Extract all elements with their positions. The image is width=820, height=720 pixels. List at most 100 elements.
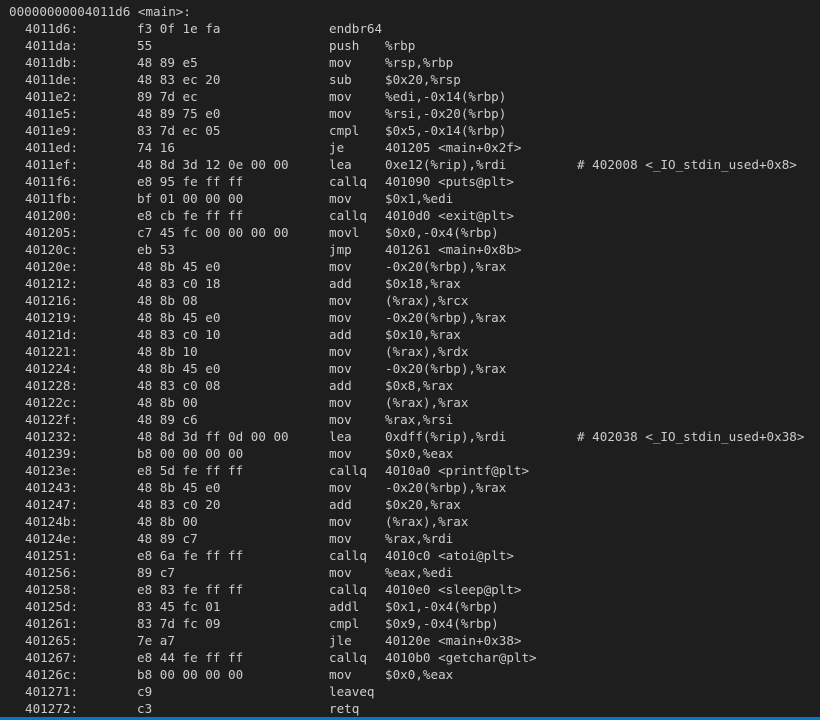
instruction-address: 40122c: — [25, 395, 79, 410]
instruction-address: 4011da: — [25, 38, 79, 53]
instruction-row: 40120e: 48 8b 45 e0 mov -0x20(%rbp),%rax — [0, 258, 820, 275]
instruction-address: 401267: — [25, 650, 79, 665]
instruction-mnemonic: callq — [329, 208, 367, 223]
instruction-mnemonic: mov — [329, 412, 352, 427]
instruction-address: 401224: — [25, 361, 79, 376]
instruction-operands: -0x20(%rbp),%rax — [385, 310, 507, 325]
instruction-row: 401271: c9 leaveq — [0, 683, 820, 700]
instruction-address: 401205: — [25, 225, 79, 240]
instruction-bytes: 89 c7 — [137, 565, 175, 580]
instruction-bytes: 48 8b 08 — [137, 293, 198, 308]
instruction-mnemonic: retq — [329, 701, 360, 716]
instruction-address: 40124e: — [25, 531, 79, 546]
instruction-row: 4011e9: 83 7d ec 05 cmpl $0x5,-0x14(%rbp) — [0, 122, 820, 139]
instruction-operands: %rax,%rsi — [385, 412, 454, 427]
instruction-address: 401232: — [25, 429, 79, 444]
instruction-bytes: e8 83 fe ff ff — [137, 582, 244, 597]
instruction-operands: 401205 <main+0x2f> — [385, 140, 522, 155]
instruction-operands: -0x20(%rbp),%rax — [385, 259, 507, 274]
instruction-mnemonic: callq — [329, 548, 367, 563]
instruction-operands: %rax,%rdi — [385, 531, 454, 546]
instruction-operands: 401261 <main+0x8b> — [385, 242, 522, 257]
instruction-bytes: b8 00 00 00 00 — [137, 667, 244, 682]
instruction-bytes: e8 44 fe ff ff — [137, 650, 244, 665]
instruction-address: 401247: — [25, 497, 79, 512]
instruction-bytes: 83 7d ec 05 — [137, 123, 221, 138]
instruction-row: 40123e: e8 5d fe ff ff callq 4010a0 <printf… — [0, 462, 820, 479]
instruction-address: 401256: — [25, 565, 79, 580]
instruction-address: 401200: — [25, 208, 79, 223]
instruction-bytes: 48 89 75 e0 — [137, 106, 221, 121]
instruction-row: 401265: 7e a7 jle 40120e <main+0x38> — [0, 632, 820, 649]
instruction-mnemonic: lea — [329, 157, 352, 172]
instruction-bytes: b8 00 00 00 00 — [137, 446, 244, 461]
instruction-mnemonic: je — [329, 140, 345, 155]
instruction-address: 401261: — [25, 616, 79, 631]
instruction-row: 4011da: 55 push %rbp — [0, 37, 820, 54]
instruction-bytes: 48 89 e5 — [137, 55, 198, 70]
instruction-bytes: e8 5d fe ff ff — [137, 463, 244, 478]
instruction-operands: (%rax),%rdx — [385, 344, 469, 359]
instruction-address: 4011ef: — [25, 157, 79, 172]
instruction-operands: 4010c0 <atoi@plt> — [385, 548, 514, 563]
instruction-row: 401256: 89 c7 mov %eax,%edi — [0, 564, 820, 581]
instruction-bytes: e8 cb fe ff ff — [137, 208, 244, 223]
instruction-mnemonic: mov — [329, 191, 352, 206]
instruction-row: 401219: 48 8b 45 e0 mov -0x20(%rbp),%rax — [0, 309, 820, 326]
instruction-address: 4011de: — [25, 72, 79, 87]
instruction-operands: $0x0,-0x4(%rbp) — [385, 225, 499, 240]
instruction-bytes: 48 8b 00 — [137, 514, 198, 529]
instruction-mnemonic: push — [329, 38, 360, 53]
instruction-address: 4011fb: — [25, 191, 79, 206]
terminal-output[interactable]: 00000000004011d6 <main>: 4011d6: f3 0f 1e… — [0, 0, 820, 720]
instruction-address: 4011d6: — [25, 21, 79, 36]
instruction-operands: 0xdff(%rip),%rdi — [385, 429, 507, 444]
instruction-bytes: c7 45 fc 00 00 00 00 — [137, 225, 289, 240]
instruction-row: 401212: 48 83 c0 18 add $0x18,%rax — [0, 275, 820, 292]
instruction-row: 401267: e8 44 fe ff ff callq 4010b0 <getcha… — [0, 649, 820, 666]
instruction-address: 4011e2: — [25, 89, 79, 104]
instruction-mnemonic: mov — [329, 446, 352, 461]
instruction-bytes: e8 95 fe ff ff — [137, 174, 244, 189]
instruction-bytes: 48 8d 3d 12 0e 00 00 — [137, 157, 289, 172]
instruction-row: 4011de: 48 83 ec 20 sub $0x20,%rsp — [0, 71, 820, 88]
instruction-operands: $0x0,%eax — [385, 446, 454, 461]
instruction-operands: 4010a0 <printf@plt> — [385, 463, 530, 478]
instruction-bytes: 89 7d ec — [137, 89, 198, 104]
instruction-mnemonic: leaveq — [329, 684, 375, 699]
instruction-mnemonic: movl — [329, 225, 360, 240]
instruction-row: 4011d6: f3 0f 1e fa endbr64 — [0, 20, 820, 37]
instruction-comment: # 402038 <_IO_stdin_used+0x38> — [577, 429, 805, 444]
instruction-operands: $0x10,%rax — [385, 327, 461, 342]
instruction-row: 401251: e8 6a fe ff ff callq 4010c0 <atoi@p… — [0, 547, 820, 564]
instruction-address: 401221: — [25, 344, 79, 359]
instruction-mnemonic: sub — [329, 72, 352, 87]
instruction-row: 40120c: eb 53 jmp 401261 <main+0x8b> — [0, 241, 820, 258]
instruction-address: 401243: — [25, 480, 79, 495]
instruction-address: 40120c: — [25, 242, 79, 257]
instruction-operands: (%rax),%rcx — [385, 293, 469, 308]
instruction-address: 401251: — [25, 548, 79, 563]
instruction-address: 40122f: — [25, 412, 79, 427]
instruction-operands: $0x20,%rax — [385, 497, 461, 512]
instruction-mnemonic: add — [329, 378, 352, 393]
instruction-row: 401261: 83 7d fc 09 cmpl $0x9,-0x4(%rbp) — [0, 615, 820, 632]
instruction-address: 4011e9: — [25, 123, 79, 138]
instruction-operands: 401090 <puts@plt> — [385, 174, 514, 189]
instruction-operands: 40120e <main+0x38> — [385, 633, 522, 648]
instruction-mnemonic: cmpl — [329, 616, 360, 631]
instruction-row: 401243: 48 8b 45 e0 mov -0x20(%rbp),%rax — [0, 479, 820, 496]
instruction-row: 401228: 48 83 c0 08 add $0x8,%rax — [0, 377, 820, 394]
instruction-row: 40125d: 83 45 fc 01 addl $0x1,-0x4(%rbp) — [0, 598, 820, 615]
instruction-row: 4011ef: 48 8d 3d 12 0e 00 00 lea 0xe12(%rip… — [0, 156, 820, 173]
instruction-operands: 4010b0 <getchar@plt> — [385, 650, 537, 665]
instruction-mnemonic: mov — [329, 259, 352, 274]
instruction-bytes: 48 83 ec 20 — [137, 72, 221, 87]
instruction-row: 40124b: 48 8b 00 mov (%rax),%rax — [0, 513, 820, 530]
instruction-mnemonic: callq — [329, 582, 367, 597]
instruction-address: 40121d: — [25, 327, 79, 342]
instruction-address: 401228: — [25, 378, 79, 393]
instruction-mnemonic: add — [329, 497, 352, 512]
instruction-mnemonic: mov — [329, 514, 352, 529]
function-header: 00000000004011d6 <main>: — [9, 4, 191, 19]
